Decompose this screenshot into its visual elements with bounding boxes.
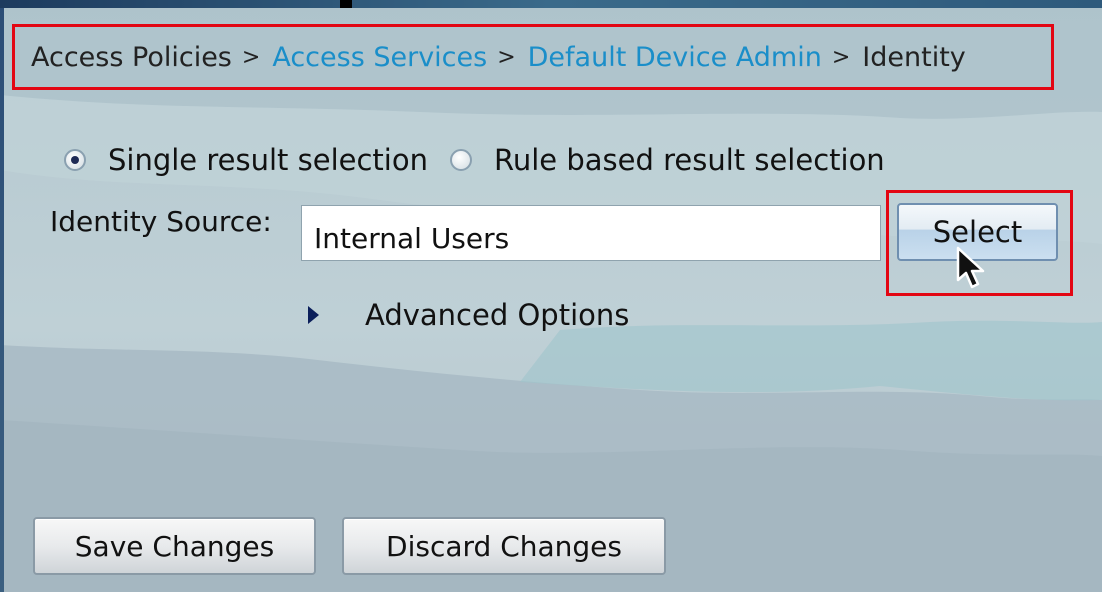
breadcrumb-separator: > — [831, 44, 851, 70]
breadcrumb: Access Policies > Access Services > Defa… — [12, 24, 1054, 90]
rule-based-radio[interactable] — [449, 149, 472, 171]
single-result-radio[interactable] — [64, 149, 86, 171]
save-changes-button[interactable]: Save Changes — [33, 517, 316, 575]
expand-triangle-icon — [308, 306, 319, 324]
breadcrumb-default-device-admin-link[interactable]: Default Device Admin — [528, 42, 822, 73]
breadcrumb-separator: > — [497, 44, 516, 70]
breadcrumb-access-services-link[interactable]: Access Services — [272, 42, 487, 73]
advanced-options-toggle[interactable]: Advanced Options — [308, 298, 629, 332]
identity-policy-panel: Access Policies > Access Services > Defa… — [0, 0, 1102, 592]
single-result-label[interactable]: Single result selection — [108, 143, 428, 177]
breadcrumb-access-policies[interactable]: Access Policies — [31, 42, 232, 73]
rule-based-label[interactable]: Rule based result selection — [494, 143, 885, 177]
identity-source-input[interactable] — [301, 205, 881, 261]
result-selection-group: Single result selection Rule based resul… — [64, 140, 885, 180]
window-top-edge-mark — [340, 0, 352, 8]
window-top-edge — [0, 0, 1102, 8]
breadcrumb-identity-current: Identity — [862, 41, 966, 73]
window-left-edge — [0, 0, 4, 592]
select-button[interactable]: Select — [897, 203, 1058, 261]
discard-changes-button[interactable]: Discard Changes — [342, 517, 666, 575]
advanced-options-label: Advanced Options — [365, 298, 630, 332]
identity-source-label: Identity Source: — [50, 205, 272, 238]
breadcrumb-separator: > — [241, 44, 261, 70]
